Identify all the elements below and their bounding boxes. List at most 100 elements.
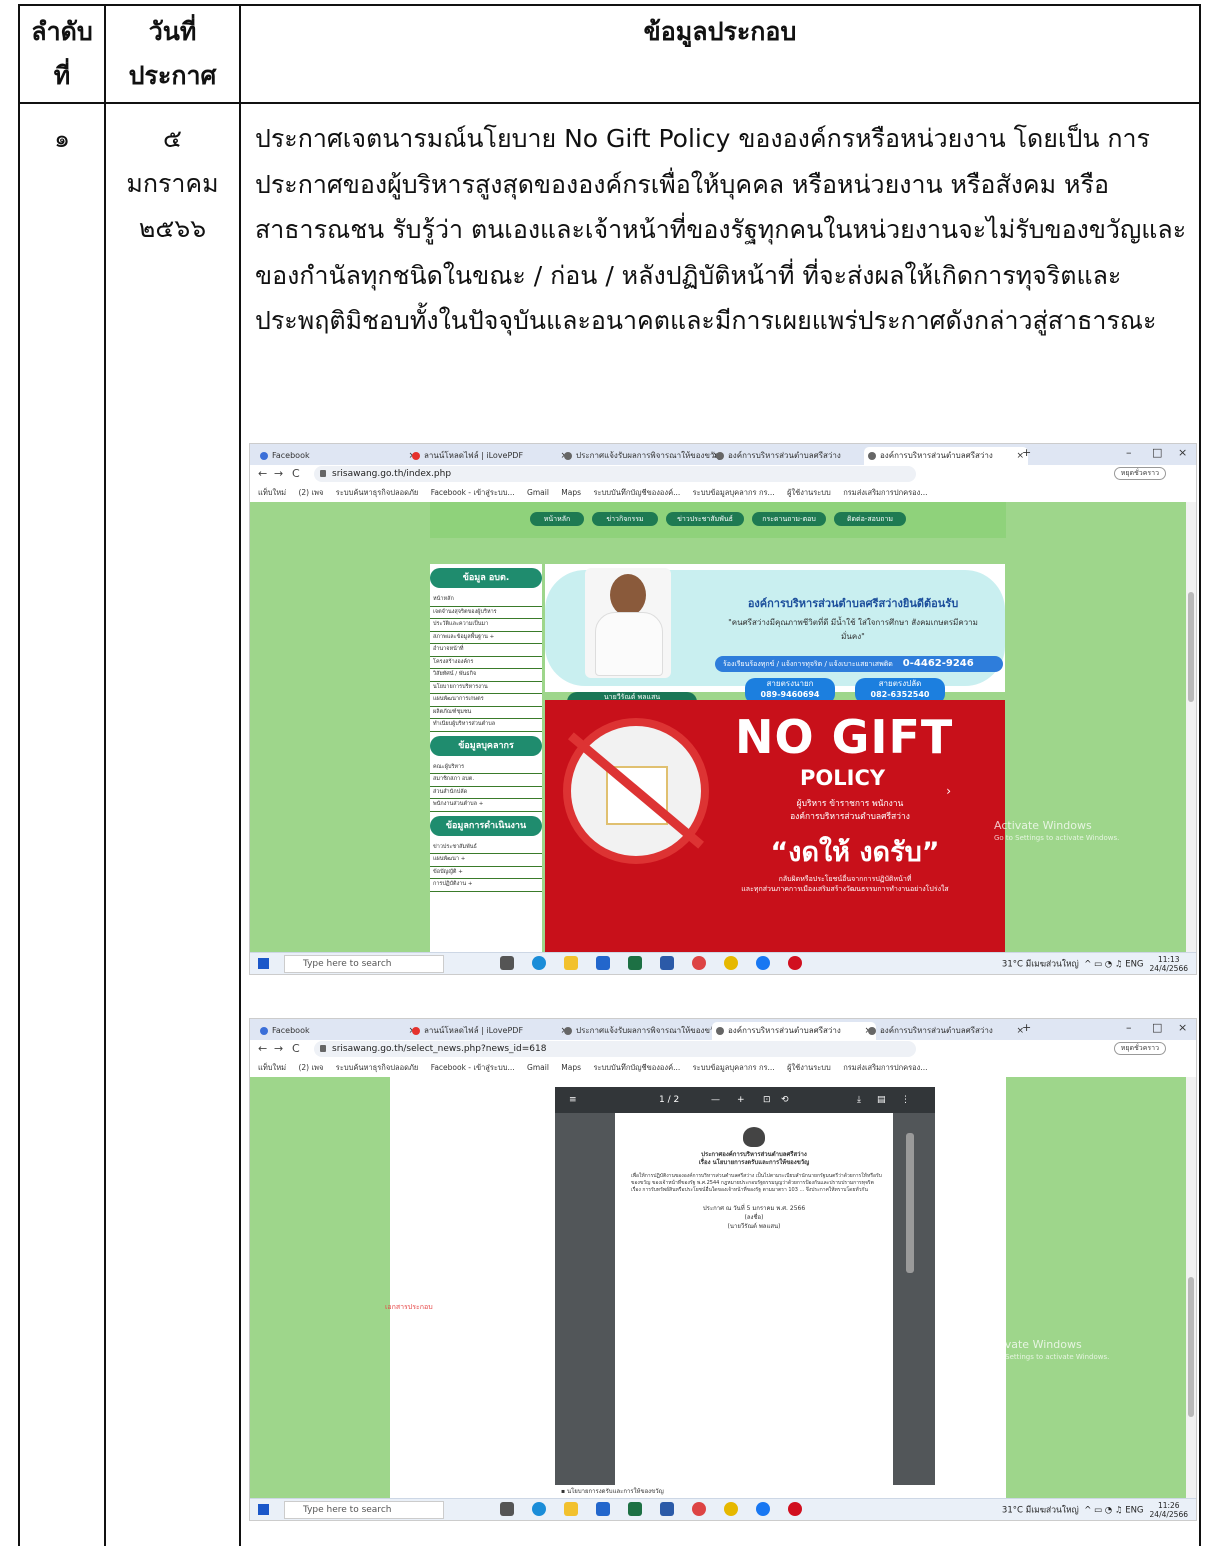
pdf-scrollbar[interactable] xyxy=(906,1133,914,1273)
minimize-icon[interactable]: – xyxy=(1126,1021,1132,1034)
bookmark-item[interactable]: (2) เพจ xyxy=(298,488,323,497)
language-indicator[interactable]: ENG xyxy=(1125,1506,1143,1516)
tab-srisawang-1[interactable]: องค์การบริหารส่วนตำบลศรีสว่าง× xyxy=(712,447,876,465)
maximize-icon[interactable]: □ xyxy=(1152,446,1162,459)
bookmark-item[interactable]: ระบบค้นหาธุรกิจปลอดภัย xyxy=(336,488,419,497)
opera-icon[interactable] xyxy=(788,956,802,970)
facebook-icon[interactable] xyxy=(756,1502,770,1516)
more-icon[interactable]: ⋮ xyxy=(901,1087,910,1113)
tab-srisawang-active[interactable]: องค์การบริหารส่วนตำบลศรีสว่าง× xyxy=(864,447,1028,465)
bookmark-item[interactable]: ระบบข้อมูลบุคลากร กร... xyxy=(693,1063,775,1072)
tab-srisawang-2[interactable]: องค์การบริหารส่วนตำบลศรีสว่าง × xyxy=(864,1022,1028,1040)
sidebar-item[interactable]: ผลิตภัณฑ์ชุมชน xyxy=(430,707,542,719)
menu-home[interactable]: หน้าหลัก xyxy=(530,512,584,526)
scrollbar-thumb[interactable] xyxy=(1188,1277,1194,1417)
sidebar-item[interactable]: สมาชิกสภา อบต. xyxy=(430,774,542,787)
bookmark-item[interactable]: ผู้ใช้งานระบบ xyxy=(787,1063,831,1072)
weather-text[interactable]: 31°C มีเมฆส่วนใหญ่ xyxy=(1002,960,1079,970)
print-icon[interactable]: ▤ xyxy=(877,1087,886,1113)
sidebar-item[interactable]: คณะผู้บริหาร xyxy=(430,762,542,774)
sidebar-item[interactable]: ประวัติและความเป็นมา xyxy=(430,619,542,632)
taskbar-search[interactable]: Type here to search xyxy=(284,955,444,973)
sidebar-item[interactable]: แผนพัฒนา + xyxy=(430,854,542,867)
sidebar-item[interactable]: แผนพัฒนาการเกษตร xyxy=(430,694,542,707)
bookmark-item[interactable]: แท็บใหม่ xyxy=(258,1063,286,1072)
opera-icon[interactable] xyxy=(788,1502,802,1516)
menu-activities[interactable]: ข่าวกิจกรรม xyxy=(592,512,658,526)
maximize-icon[interactable]: □ xyxy=(1152,1021,1162,1034)
task-view-icon[interactable] xyxy=(500,1502,514,1516)
back-icon[interactable]: ← xyxy=(258,467,267,480)
sidebar-item[interactable]: ส่วนสำนักปลัด xyxy=(430,787,542,799)
tray-icons[interactable]: ^ ▭ ◔ ♫ xyxy=(1084,960,1122,970)
sidebar-item[interactable]: ทำเนียบผู้บริหารส่วนตำบล xyxy=(430,719,542,732)
menu-news[interactable]: ข่าวประชาสัมพันธ์ xyxy=(666,512,744,526)
bookmark-item[interactable]: Facebook - เข้าสู่ระบบ... xyxy=(431,1063,515,1072)
bookmark-item[interactable]: Maps xyxy=(561,1063,581,1072)
chevron-right-icon[interactable]: › xyxy=(946,784,951,798)
bookmark-item[interactable]: ระบบข้อมูลบุคลากร กร... xyxy=(693,488,775,497)
bookmark-item[interactable]: Facebook - เข้าสู่ระบบ... xyxy=(431,488,515,497)
pdf-page-indicator[interactable]: 1 / 2 xyxy=(659,1087,679,1113)
sidebar-item[interactable]: เจตจำนงสุจริตของผู้บริหาร xyxy=(430,607,542,619)
taskbar-search[interactable]: Type here to search xyxy=(284,1501,444,1519)
sidebar-item[interactable]: วิสัยทัศน์ / พันธกิจ xyxy=(430,669,542,682)
rotate-icon[interactable]: ⟲ xyxy=(781,1087,789,1113)
excel-icon[interactable] xyxy=(628,956,642,970)
sidebar-item[interactable]: อำนาจหน้าที่ xyxy=(430,644,542,657)
windows-start-icon[interactable] xyxy=(258,958,269,969)
clock[interactable]: 11:13 24/4/2566 xyxy=(1150,955,1188,973)
bookmark-item[interactable]: Gmail xyxy=(527,1063,549,1072)
profile-button[interactable]: หยุดชั่วคราว xyxy=(1113,467,1166,480)
language-indicator[interactable]: ENG xyxy=(1125,960,1143,970)
sidebar-item[interactable]: นโยบายการบริหารงาน xyxy=(430,682,542,694)
edge-icon[interactable] xyxy=(532,1502,546,1516)
store-icon[interactable] xyxy=(596,1502,610,1516)
page-scrollbar[interactable] xyxy=(1186,502,1196,953)
reload-icon[interactable]: C xyxy=(292,467,300,480)
sidebar-item[interactable]: การปฏิบัติงาน + xyxy=(430,879,542,892)
menu-qa[interactable]: กระดานถาม-ตอบ xyxy=(752,512,826,526)
forward-icon[interactable]: → xyxy=(274,1042,283,1055)
tab-srisawang-active[interactable]: องค์การบริหารส่วนตำบลศรีสว่าง× xyxy=(712,1022,876,1040)
edge-icon[interactable] xyxy=(532,956,546,970)
fit-page-icon[interactable]: ⊡ xyxy=(763,1087,771,1113)
tab-announcement[interactable]: ประกาศแจ้งรับผลการพิจารณาให้ของขวัญ× xyxy=(560,447,724,465)
zoom-in-icon[interactable]: + xyxy=(737,1087,745,1113)
sidebar-item[interactable]: โครงสร้างองค์กร xyxy=(430,657,542,669)
minimize-icon[interactable]: – xyxy=(1126,446,1132,459)
app-icon[interactable] xyxy=(692,956,706,970)
close-window-icon[interactable]: × xyxy=(1178,446,1187,459)
url-field[interactable]: srisawang.go.th/select_news.php?news_id=… xyxy=(314,1041,916,1057)
store-icon[interactable] xyxy=(596,956,610,970)
chrome-icon[interactable] xyxy=(724,1502,738,1516)
file-explorer-icon[interactable] xyxy=(564,1502,578,1516)
bookmark-item[interactable]: ระบบบันทึกบัญชีขององค์... xyxy=(593,488,680,497)
word-icon[interactable] xyxy=(660,1502,674,1516)
tab-facebook[interactable]: Facebook× xyxy=(256,1022,420,1040)
tab-announcement[interactable]: ประกาศแจ้งรับผลการพิจารณาให้ของขวัญ× xyxy=(560,1022,724,1040)
bookmark-item[interactable]: ระบบค้นหาธุรกิจปลอดภัย xyxy=(336,1063,419,1072)
bookmark-item[interactable]: (2) เพจ xyxy=(298,1063,323,1072)
zoom-out-icon[interactable]: — xyxy=(711,1087,720,1113)
tray-icons[interactable]: ^ ▭ ◔ ♫ xyxy=(1084,1506,1122,1516)
download-icon[interactable]: ⤓ xyxy=(857,1087,861,1113)
file-explorer-icon[interactable] xyxy=(564,956,578,970)
bookmark-item[interactable]: กรมส่งเสริมการปกครอง... xyxy=(843,1063,927,1072)
windows-start-icon[interactable] xyxy=(258,1504,269,1515)
bookmark-item[interactable]: กรมส่งเสริมการปกครอง... xyxy=(843,488,927,497)
profile-button[interactable]: หยุดชั่วคราว xyxy=(1113,1042,1166,1055)
excel-icon[interactable] xyxy=(628,1502,642,1516)
close-window-icon[interactable]: × xyxy=(1178,1021,1187,1034)
menu-contact[interactable]: ติดต่อ-สอบถาม xyxy=(834,512,906,526)
sidebar-item[interactable]: สภาพและข้อมูลพื้นฐาน + xyxy=(430,632,542,644)
pdf-file-link[interactable]: ▪ นโยบายการงดรับและการให้ของขวัญ xyxy=(555,1485,941,1499)
bookmark-item[interactable]: Gmail xyxy=(527,488,549,497)
page-scrollbar[interactable] xyxy=(1186,1077,1196,1499)
back-icon[interactable]: ← xyxy=(258,1042,267,1055)
scrollbar-thumb[interactable] xyxy=(1188,592,1194,702)
tab-ilovepdf[interactable]: ลานน์โหลดไฟล์ | iLovePDF× xyxy=(408,447,572,465)
tab-ilovepdf[interactable]: ลานน์โหลดไฟล์ | iLovePDF× xyxy=(408,1022,572,1040)
facebook-icon[interactable] xyxy=(756,956,770,970)
menu-icon[interactable]: ≡ xyxy=(569,1087,577,1113)
